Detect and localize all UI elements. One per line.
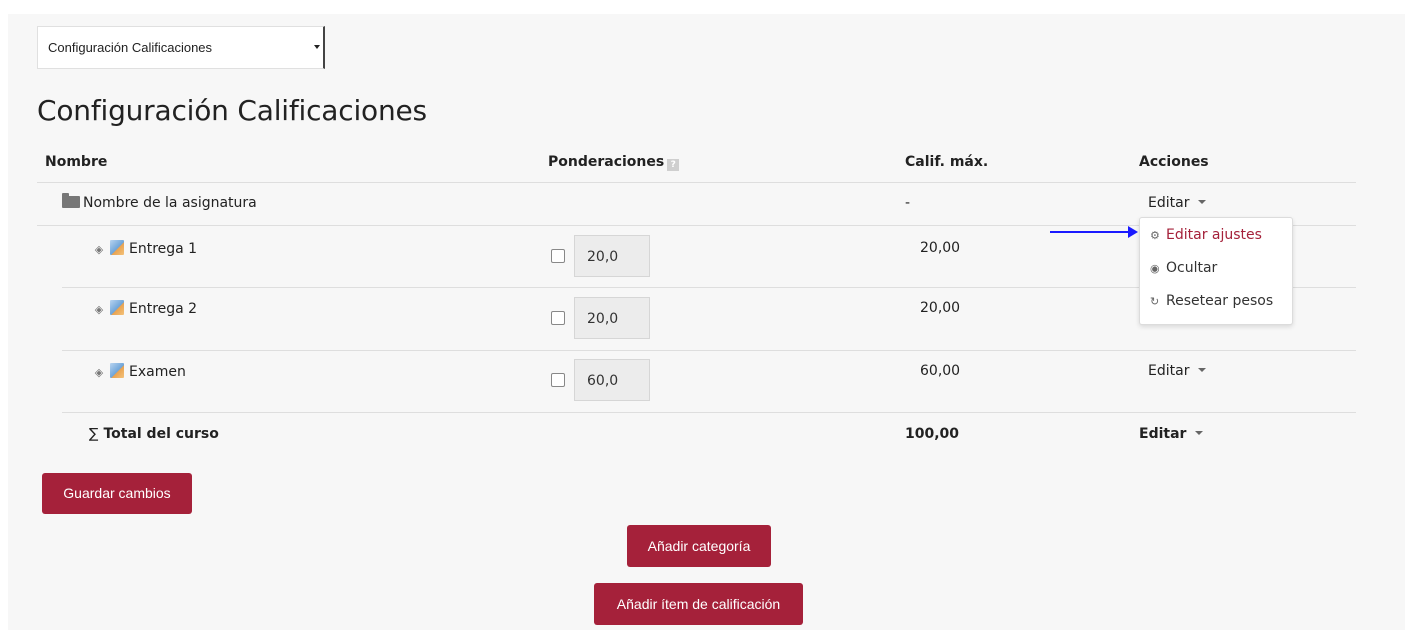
table-row: ◈ Entrega 1 bbox=[92, 240, 197, 257]
category-row: Nombre de la asignatura bbox=[62, 193, 257, 211]
row-divider bbox=[62, 412, 1356, 413]
eye-icon: ◉ bbox=[1150, 262, 1160, 275]
item-name[interactable]: Examen bbox=[129, 364, 186, 380]
total-edit-menu[interactable]: Editar bbox=[1139, 426, 1204, 442]
move-icon[interactable]: ◈ bbox=[92, 303, 106, 316]
assignment-icon bbox=[110, 363, 124, 378]
help-icon[interactable]: ? bbox=[667, 159, 680, 171]
header-weights: Ponderaciones? bbox=[548, 154, 680, 171]
weight-override-checkbox[interactable] bbox=[551, 373, 565, 387]
assignment-icon bbox=[110, 300, 124, 315]
chevron-down-icon bbox=[314, 45, 320, 49]
gear-icon: ⚙ bbox=[1150, 229, 1160, 242]
category-edit-label: Editar bbox=[1148, 195, 1190, 211]
item-max: 20,00 bbox=[920, 240, 961, 256]
total-edit-label: Editar bbox=[1139, 426, 1187, 442]
page-title: Configuración Calificaciones bbox=[37, 94, 427, 127]
row-divider bbox=[62, 350, 1356, 351]
table-row: ◈ Examen bbox=[92, 363, 186, 380]
chevron-down-icon bbox=[1198, 368, 1207, 372]
chevron-down-icon bbox=[1195, 431, 1204, 435]
menu-item-label: Resetear pesos bbox=[1166, 293, 1274, 309]
total-row: ∑ Total del curso bbox=[89, 426, 219, 442]
item-edit-label: Editar bbox=[1148, 363, 1190, 379]
chevron-down-icon bbox=[1198, 200, 1207, 204]
category-max: - bbox=[905, 195, 911, 211]
total-max: 100,00 bbox=[905, 426, 960, 442]
category-name: Nombre de la asignatura bbox=[83, 195, 257, 211]
sigma-icon: ∑ bbox=[89, 426, 99, 442]
move-icon[interactable]: ◈ bbox=[92, 243, 106, 256]
menu-item-label: Editar ajustes bbox=[1166, 227, 1262, 243]
menu-item-hide[interactable]: ◉ Ocultar bbox=[1150, 260, 1217, 276]
menu-item-label: Ocultar bbox=[1166, 260, 1218, 276]
add-grade-item-button[interactable]: Añadir ítem de calificación bbox=[594, 583, 803, 625]
weight-input[interactable]: 20,0 bbox=[574, 297, 650, 339]
assignment-icon bbox=[110, 240, 124, 255]
add-category-button[interactable]: Añadir categoría bbox=[627, 525, 771, 567]
category-edit-menu[interactable]: Editar bbox=[1148, 195, 1207, 211]
item-max: 20,00 bbox=[920, 300, 961, 316]
total-name: Total del curso bbox=[103, 426, 219, 442]
folder-icon bbox=[62, 193, 80, 208]
menu-item-reset-weights[interactable]: ↻ Resetear pesos bbox=[1150, 293, 1273, 309]
annotation-arrow bbox=[1050, 226, 1138, 238]
reset-icon: ↻ bbox=[1150, 295, 1160, 308]
header-actions: Acciones bbox=[1139, 154, 1209, 170]
select-value: Configuración Calificaciones bbox=[48, 40, 213, 55]
save-changes-button[interactable]: Guardar cambios bbox=[42, 473, 192, 514]
header-max: Calif. máx. bbox=[905, 154, 989, 170]
item-max: 60,00 bbox=[920, 363, 961, 379]
move-icon[interactable]: ◈ bbox=[92, 366, 106, 379]
weight-input[interactable]: 20,0 bbox=[574, 235, 650, 277]
weight-override-checkbox[interactable] bbox=[551, 249, 565, 263]
item-name[interactable]: Entrega 1 bbox=[129, 241, 197, 257]
actions-dropdown-menu: ⚙ Editar ajustes ◉ Ocultar ↻ Resetear pesos bbox=[1139, 217, 1293, 325]
item-name[interactable]: Entrega 2 bbox=[129, 301, 197, 317]
gradebook-view-select[interactable]: Configuración Calificaciones bbox=[37, 26, 325, 69]
weight-override-checkbox[interactable] bbox=[551, 311, 565, 325]
header-name: Nombre bbox=[45, 154, 108, 170]
header-divider bbox=[37, 182, 1356, 183]
menu-item-edit-settings[interactable]: ⚙ Editar ajustes bbox=[1150, 227, 1262, 243]
table-row: ◈ Entrega 2 bbox=[92, 300, 197, 317]
header-weights-label: Ponderaciones bbox=[548, 154, 665, 170]
weight-input[interactable]: 60,0 bbox=[574, 359, 650, 401]
item-edit-menu[interactable]: Editar bbox=[1148, 363, 1207, 379]
